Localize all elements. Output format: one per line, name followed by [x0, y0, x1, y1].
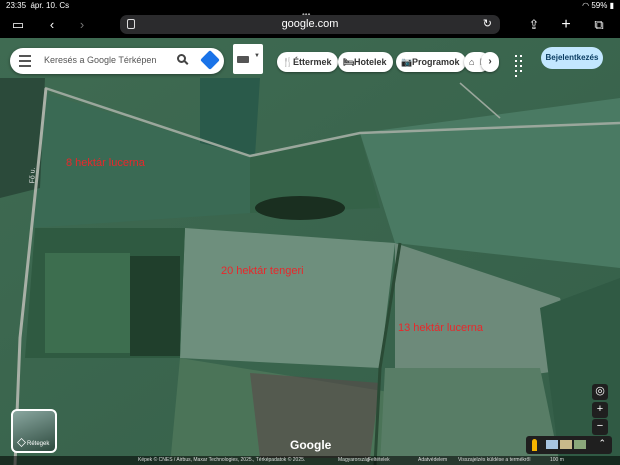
- search-input[interactable]: Keresés a Google Térképen: [44, 55, 156, 65]
- my-location-button[interactable]: ◎: [592, 384, 608, 400]
- status-time: 23:35 ápr. 10. Cs: [6, 1, 70, 10]
- annotation-8-hectares: 8 hektár lucerna: [66, 157, 145, 169]
- apps-icon[interactable]: [514, 54, 526, 77]
- zoom-in-button[interactable]: +: [592, 402, 608, 418]
- forward-icon[interactable]: ›: [72, 16, 92, 34]
- bed-icon: 🛏: [343, 57, 355, 67]
- chips-next-button[interactable]: ›: [481, 52, 499, 72]
- caret-down-icon: ▼: [254, 53, 260, 59]
- menu-icon[interactable]: [19, 55, 31, 67]
- sign-in-button[interactable]: Bejelentkezés: [541, 47, 603, 69]
- field-stripes: [45, 253, 130, 353]
- pegman-icon[interactable]: [532, 439, 537, 451]
- chip-activities[interactable]: 📷 Programok: [396, 52, 466, 72]
- annotation-13-hectares: 13 hektár lucerna: [398, 322, 483, 334]
- google-logo: Google: [290, 438, 332, 452]
- share-icon[interactable]: ⇪: [524, 16, 544, 34]
- back-icon[interactable]: ‹: [42, 16, 62, 34]
- road-label: Fő u.: [29, 167, 37, 184]
- expand-icon[interactable]: ⌃: [598, 438, 606, 449]
- privacy-link[interactable]: Adatvédelem: [418, 456, 447, 465]
- terrain-thumb-icon[interactable]: [560, 440, 572, 449]
- address-bar[interactable]: google.com ↻: [120, 15, 500, 34]
- home-icon: ⌂: [469, 57, 475, 67]
- annotation-20-hectares: 20 hektár tengeri: [221, 265, 304, 277]
- browser-toolbar: ▭ ‹ › ••• google.com ↻ ⇪ + ⧉: [0, 10, 620, 38]
- imagery-credit: Képek © CNES / Airbus, Maxar Technologie…: [138, 457, 306, 463]
- tab-icon: [127, 19, 135, 29]
- satellite-map[interactable]: [0, 38, 620, 465]
- terms-link[interactable]: Feltételek: [368, 456, 390, 465]
- field-center: [180, 228, 395, 368]
- reload-icon[interactable]: ↻: [483, 15, 492, 34]
- layers-icon: [17, 438, 26, 447]
- country-link[interactable]: Magyarország: [338, 456, 370, 465]
- pegman-panel[interactable]: ⌃: [526, 436, 612, 454]
- new-tab-icon[interactable]: +: [556, 16, 576, 34]
- camera-icon: 📷: [401, 57, 413, 67]
- input-tools-button[interactable]: ▼: [233, 44, 263, 74]
- search-box[interactable]: Keresés a Google Térképen: [10, 48, 224, 74]
- map-thumb-icon[interactable]: [546, 440, 558, 449]
- chip-hotels[interactable]: 🛏 Hotelek: [338, 52, 393, 72]
- layers-button[interactable]: Rétegek: [11, 409, 57, 453]
- chip-restaurants[interactable]: 🍴 Éttermek: [277, 52, 338, 72]
- keyboard-icon: [237, 56, 249, 63]
- village-area: [0, 78, 45, 198]
- orchard-strip: [130, 256, 180, 356]
- photo-thumb-icon[interactable]: [574, 440, 586, 449]
- sidebar-icon[interactable]: ▭: [8, 16, 28, 34]
- dark-field-north: [200, 78, 260, 156]
- status-right: ◠ 59% ▮: [582, 1, 614, 10]
- url-text: google.com: [281, 18, 339, 30]
- restaurant-icon: 🍴: [282, 57, 294, 67]
- zoom-out-button[interactable]: −: [592, 419, 608, 435]
- tree-line: [255, 196, 345, 220]
- scale-label: 100 m: [550, 457, 564, 463]
- attribution-bar: Képek © CNES / Airbus, Maxar Technologie…: [0, 456, 620, 465]
- directions-icon[interactable]: [200, 50, 220, 70]
- tabs-overview-icon[interactable]: ⧉: [589, 16, 609, 34]
- feedback-link[interactable]: Visszajelzés küldése a termékről: [458, 456, 530, 465]
- search-icon[interactable]: [177, 54, 186, 63]
